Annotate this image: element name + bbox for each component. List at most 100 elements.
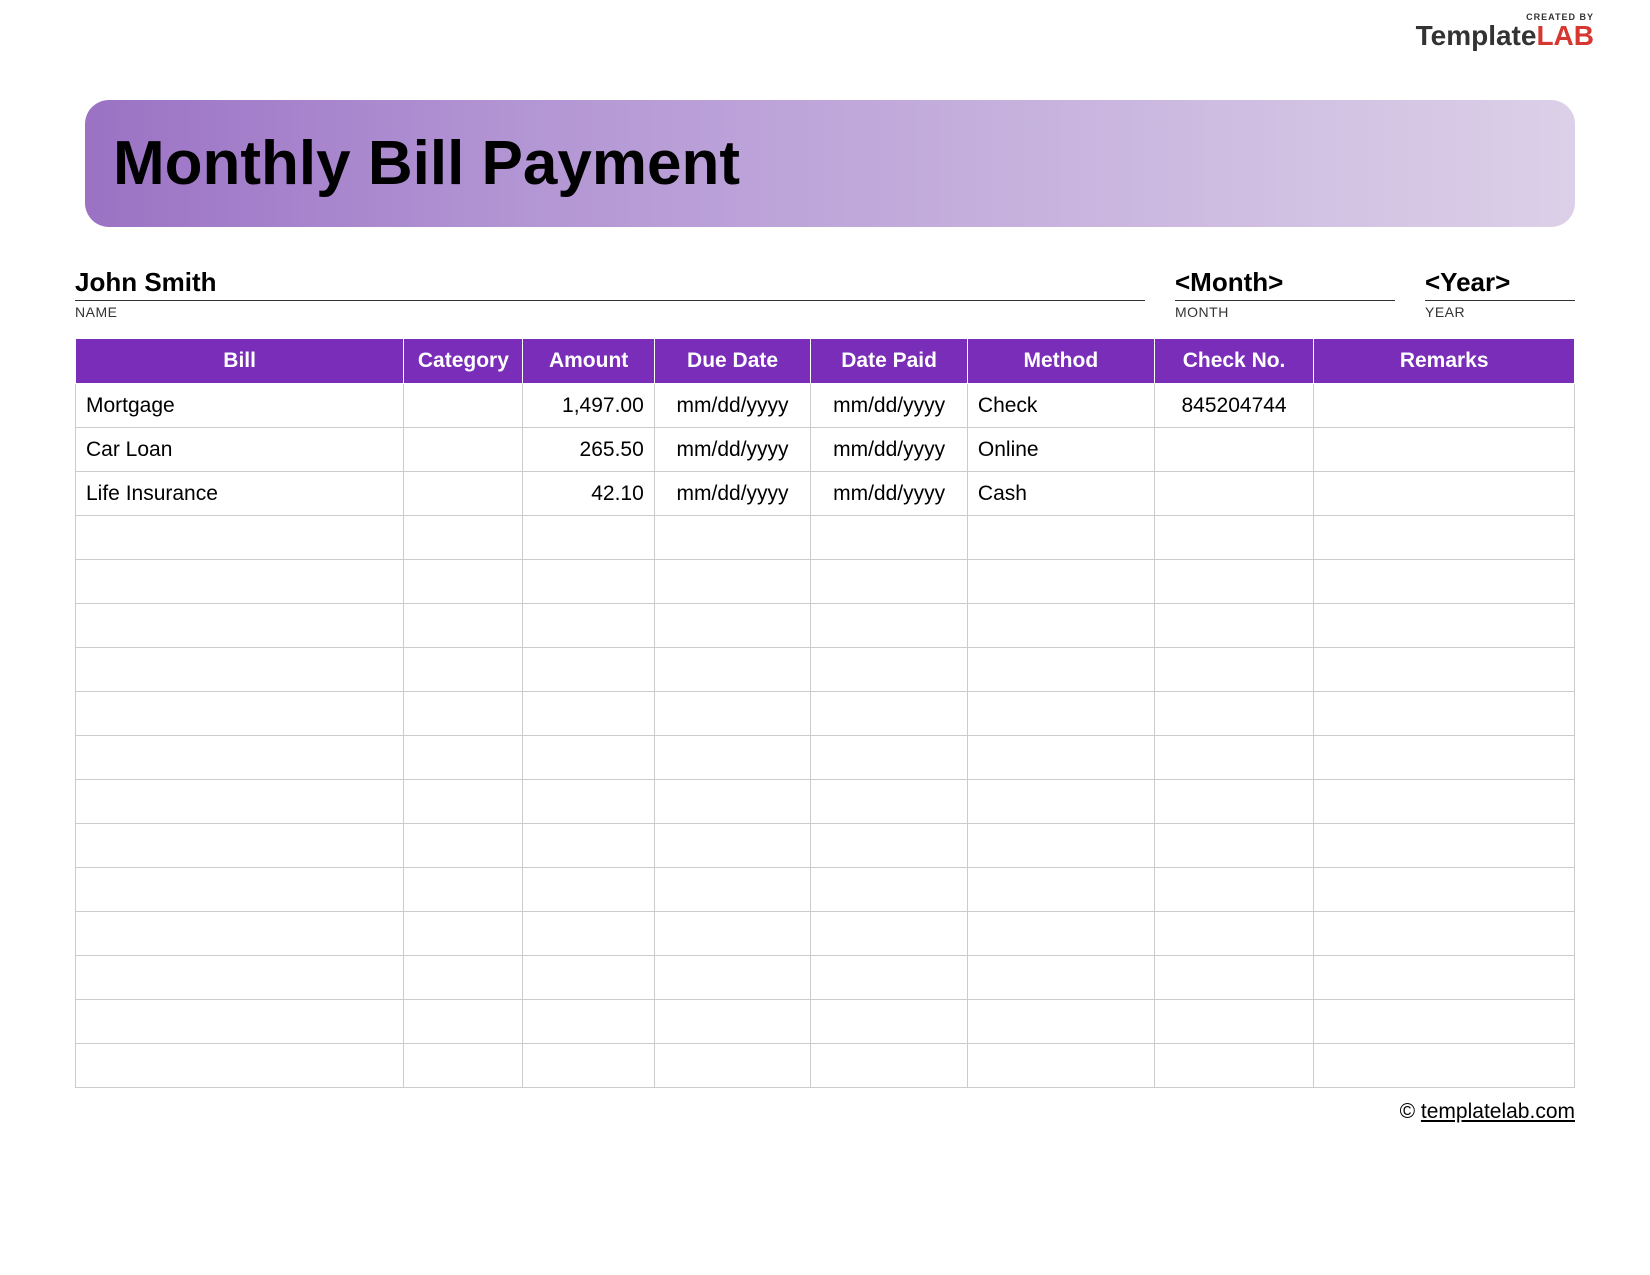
cell-bill[interactable]: [76, 692, 404, 736]
cell-date-paid[interactable]: [811, 736, 968, 780]
cell-method[interactable]: [967, 956, 1154, 1000]
cell-check-no[interactable]: [1154, 516, 1314, 560]
cell-due-date[interactable]: [654, 780, 811, 824]
cell-date-paid[interactable]: [811, 1000, 968, 1044]
cell-method[interactable]: [967, 1044, 1154, 1088]
cell-amount[interactable]: [523, 912, 654, 956]
cell-bill[interactable]: Life Insurance: [76, 472, 404, 516]
cell-date-paid[interactable]: mm/dd/yyyy: [811, 428, 968, 472]
cell-category[interactable]: [404, 1044, 523, 1088]
cell-method[interactable]: Cash: [967, 472, 1154, 516]
cell-amount[interactable]: [523, 956, 654, 1000]
cell-due-date[interactable]: [654, 912, 811, 956]
cell-category[interactable]: [404, 428, 523, 472]
cell-remarks[interactable]: [1314, 1044, 1575, 1088]
cell-category[interactable]: [404, 560, 523, 604]
cell-remarks[interactable]: [1314, 736, 1575, 780]
cell-method[interactable]: [967, 824, 1154, 868]
cell-remarks[interactable]: [1314, 780, 1575, 824]
cell-date-paid[interactable]: [811, 560, 968, 604]
cell-method[interactable]: [967, 912, 1154, 956]
cell-category[interactable]: [404, 648, 523, 692]
cell-date-paid[interactable]: [811, 824, 968, 868]
cell-method[interactable]: [967, 560, 1154, 604]
cell-amount[interactable]: [523, 692, 654, 736]
cell-bill[interactable]: [76, 912, 404, 956]
cell-remarks[interactable]: [1314, 428, 1575, 472]
cell-amount[interactable]: [523, 780, 654, 824]
cell-date-paid[interactable]: [811, 516, 968, 560]
cell-category[interactable]: [404, 824, 523, 868]
cell-amount[interactable]: [523, 824, 654, 868]
cell-amount[interactable]: [523, 604, 654, 648]
cell-amount[interactable]: [523, 736, 654, 780]
cell-remarks[interactable]: [1314, 384, 1575, 428]
cell-check-no[interactable]: [1154, 1044, 1314, 1088]
cell-due-date[interactable]: mm/dd/yyyy: [654, 384, 811, 428]
cell-remarks[interactable]: [1314, 1000, 1575, 1044]
year-value[interactable]: <Year>: [1425, 267, 1575, 301]
cell-remarks[interactable]: [1314, 472, 1575, 516]
cell-bill[interactable]: [76, 560, 404, 604]
cell-due-date[interactable]: [654, 516, 811, 560]
footer-link[interactable]: templatelab.com: [1421, 1100, 1575, 1123]
cell-method[interactable]: [967, 736, 1154, 780]
cell-bill[interactable]: [76, 736, 404, 780]
cell-due-date[interactable]: [654, 1044, 811, 1088]
cell-due-date[interactable]: [654, 868, 811, 912]
cell-bill[interactable]: [76, 780, 404, 824]
cell-date-paid[interactable]: [811, 648, 968, 692]
cell-check-no[interactable]: [1154, 780, 1314, 824]
cell-check-no[interactable]: [1154, 824, 1314, 868]
cell-remarks[interactable]: [1314, 648, 1575, 692]
cell-due-date[interactable]: [654, 956, 811, 1000]
cell-date-paid[interactable]: [811, 868, 968, 912]
cell-category[interactable]: [404, 868, 523, 912]
cell-bill[interactable]: [76, 516, 404, 560]
cell-method[interactable]: [967, 692, 1154, 736]
cell-due-date[interactable]: [654, 648, 811, 692]
cell-date-paid[interactable]: mm/dd/yyyy: [811, 472, 968, 516]
cell-due-date[interactable]: mm/dd/yyyy: [654, 428, 811, 472]
cell-due-date[interactable]: [654, 824, 811, 868]
cell-due-date[interactable]: [654, 1000, 811, 1044]
cell-category[interactable]: [404, 692, 523, 736]
cell-category[interactable]: [404, 736, 523, 780]
cell-amount[interactable]: [523, 560, 654, 604]
cell-amount[interactable]: [523, 1000, 654, 1044]
cell-amount[interactable]: [523, 516, 654, 560]
cell-remarks[interactable]: [1314, 560, 1575, 604]
cell-category[interactable]: [404, 384, 523, 428]
cell-category[interactable]: [404, 780, 523, 824]
cell-remarks[interactable]: [1314, 956, 1575, 1000]
cell-remarks[interactable]: [1314, 912, 1575, 956]
cell-date-paid[interactable]: [811, 692, 968, 736]
cell-category[interactable]: [404, 956, 523, 1000]
cell-remarks[interactable]: [1314, 692, 1575, 736]
cell-check-no[interactable]: [1154, 692, 1314, 736]
cell-date-paid[interactable]: [811, 956, 968, 1000]
cell-bill[interactable]: [76, 868, 404, 912]
cell-check-no[interactable]: [1154, 956, 1314, 1000]
cell-due-date[interactable]: [654, 560, 811, 604]
cell-method[interactable]: [967, 1000, 1154, 1044]
cell-category[interactable]: [404, 912, 523, 956]
cell-check-no[interactable]: [1154, 912, 1314, 956]
cell-amount[interactable]: 265.50: [523, 428, 654, 472]
cell-method[interactable]: [967, 604, 1154, 648]
cell-amount[interactable]: [523, 648, 654, 692]
month-value[interactable]: <Month>: [1175, 267, 1395, 301]
cell-check-no[interactable]: [1154, 604, 1314, 648]
cell-remarks[interactable]: [1314, 604, 1575, 648]
cell-method[interactable]: Online: [967, 428, 1154, 472]
cell-remarks[interactable]: [1314, 824, 1575, 868]
cell-method[interactable]: [967, 516, 1154, 560]
cell-amount[interactable]: [523, 868, 654, 912]
cell-category[interactable]: [404, 604, 523, 648]
cell-bill[interactable]: [76, 604, 404, 648]
cell-date-paid[interactable]: [811, 604, 968, 648]
cell-method[interactable]: [967, 648, 1154, 692]
cell-amount[interactable]: 42.10: [523, 472, 654, 516]
cell-remarks[interactable]: [1314, 868, 1575, 912]
cell-bill[interactable]: [76, 1044, 404, 1088]
